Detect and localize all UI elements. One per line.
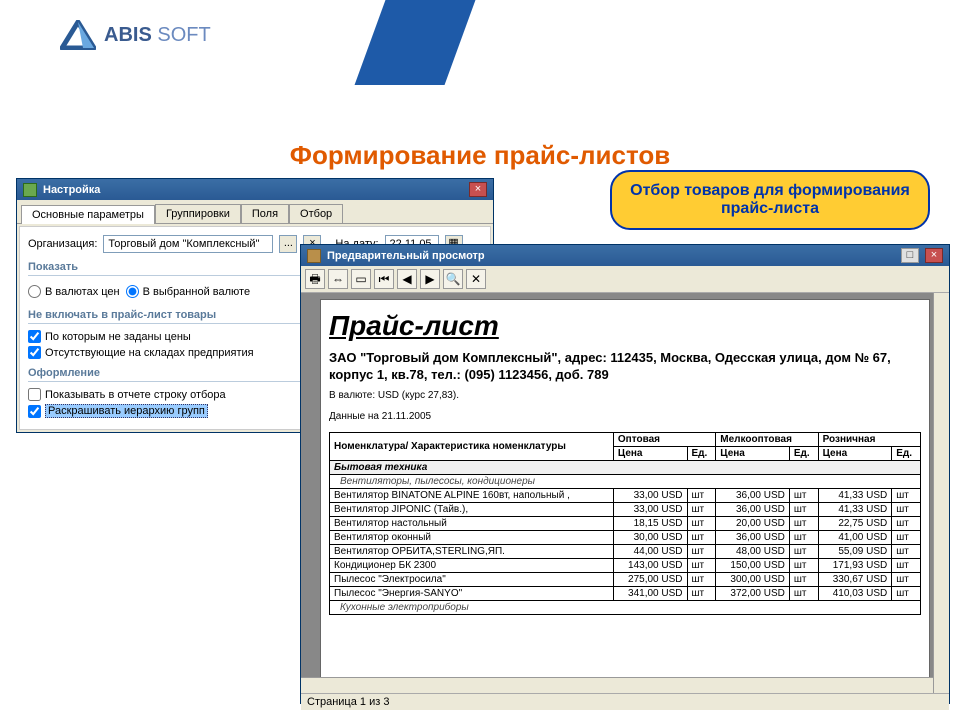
tab-grouping[interactable]: Группировки	[155, 204, 241, 223]
settings-title: Настройка	[43, 184, 463, 196]
maximize-icon[interactable]: □	[901, 248, 919, 263]
preview-toolbar: 🖶 ⇔ ▭ ⏮ ◀ ▶ 🔍 ✕	[301, 266, 949, 293]
org-field[interactable]	[103, 235, 273, 253]
doc-title: Прайс-лист	[329, 310, 921, 342]
zoom-in-icon[interactable]: 🔍	[443, 269, 463, 289]
settings-titlebar[interactable]: Настройка ×	[17, 179, 493, 200]
table-row: Кондиционер БК 2300143,00 USDшт150,00 US…	[330, 558, 921, 572]
table-row: Вентилятор BINATONE ALPINE 160вт, наполь…	[330, 488, 921, 502]
th-name: Номенклатура/ Характеристика номенклатур…	[330, 432, 614, 460]
date-meta: Данные на 21.11.2005	[329, 411, 921, 422]
callout-bubble: Отбор товаров для формирования прайс-лис…	[610, 170, 930, 230]
radio-price-currencies[interactable]: В валютах цен	[28, 285, 120, 298]
zoom-out-icon[interactable]: ✕	[466, 269, 486, 289]
scrollbar-vertical[interactable]	[933, 293, 949, 693]
page-width-icon[interactable]: ⇔	[328, 269, 348, 289]
slide-title: Формирование прайс-листов	[0, 140, 960, 171]
close-icon[interactable]: ×	[469, 182, 487, 197]
next-page-icon[interactable]: ▶	[420, 269, 440, 289]
preview-viewport: Прайс-лист ЗАО "Торговый дом Комплексный…	[301, 293, 949, 693]
th-wholesale: Оптовая	[613, 432, 715, 446]
preview-titlebar[interactable]: Предварительный просмотр □ ×	[301, 245, 949, 266]
close-icon[interactable]: ×	[925, 248, 943, 263]
print-icon[interactable]: 🖶	[305, 269, 325, 289]
accent-stripe	[355, 0, 476, 85]
first-page-icon[interactable]: ⏮	[374, 269, 394, 289]
radio-selected-currency[interactable]: В выбранной валюте	[126, 285, 250, 298]
table-row: Пылесос "Электросила"275,00 USDшт300,00 …	[330, 572, 921, 586]
table-row: Бытовая техника	[330, 460, 921, 474]
table-row: Вентилятор оконный30,00 USDшт36,00 USDшт…	[330, 530, 921, 544]
th-retail: Розничная	[818, 432, 920, 446]
th-small-wholesale: Мелкооптовая	[716, 432, 818, 446]
table-row: Пылесос "Энергия-SANYO"341,00 USDшт372,0…	[330, 586, 921, 600]
window-icon	[23, 183, 37, 197]
preview-title: Предварительный просмотр	[327, 250, 895, 262]
prev-page-icon[interactable]: ◀	[397, 269, 417, 289]
scrollbar-horizontal[interactable]	[301, 677, 933, 693]
table-row: Вентилятор настольный18,15 USDшт20,00 US…	[330, 516, 921, 530]
org-select-button[interactable]: ...	[279, 235, 297, 253]
org-label: Организация:	[28, 238, 97, 250]
price-table: Номенклатура/ Характеристика номенклатур…	[329, 432, 921, 615]
table-row: Вентилятор JIPONIC (Тайв.),33,00 USDшт36…	[330, 502, 921, 516]
currency-meta: В валюте: USD (курс 27,83).	[329, 390, 921, 401]
status-bar: Страница 1 из 3	[301, 693, 949, 710]
logo-icon	[60, 20, 96, 50]
preview-window: Предварительный просмотр □ × 🖶 ⇔ ▭ ⏮ ◀ ▶…	[300, 244, 950, 704]
company-info: ЗАО "Торговый дом Комплексный", адрес: 1…	[329, 350, 921, 384]
table-row: Кухонные электроприборы	[330, 600, 921, 614]
tab-fields[interactable]: Поля	[241, 204, 289, 223]
full-page-icon[interactable]: ▭	[351, 269, 371, 289]
settings-tabs: Основные параметры Группировки Поля Отбо…	[17, 200, 493, 224]
brand-logo: ABIS SOFT	[60, 20, 211, 50]
window-icon	[307, 249, 321, 263]
table-row: Вентилятор ОРБИТА,STERLING,ЯП.44,00 USDш…	[330, 544, 921, 558]
tab-main[interactable]: Основные параметры	[21, 205, 155, 224]
tab-filter[interactable]: Отбор	[289, 204, 343, 223]
preview-page: Прайс-лист ЗАО "Торговый дом Комплексный…	[320, 299, 930, 693]
table-row: Вентиляторы, пылесосы, кондиционеры	[330, 474, 921, 488]
